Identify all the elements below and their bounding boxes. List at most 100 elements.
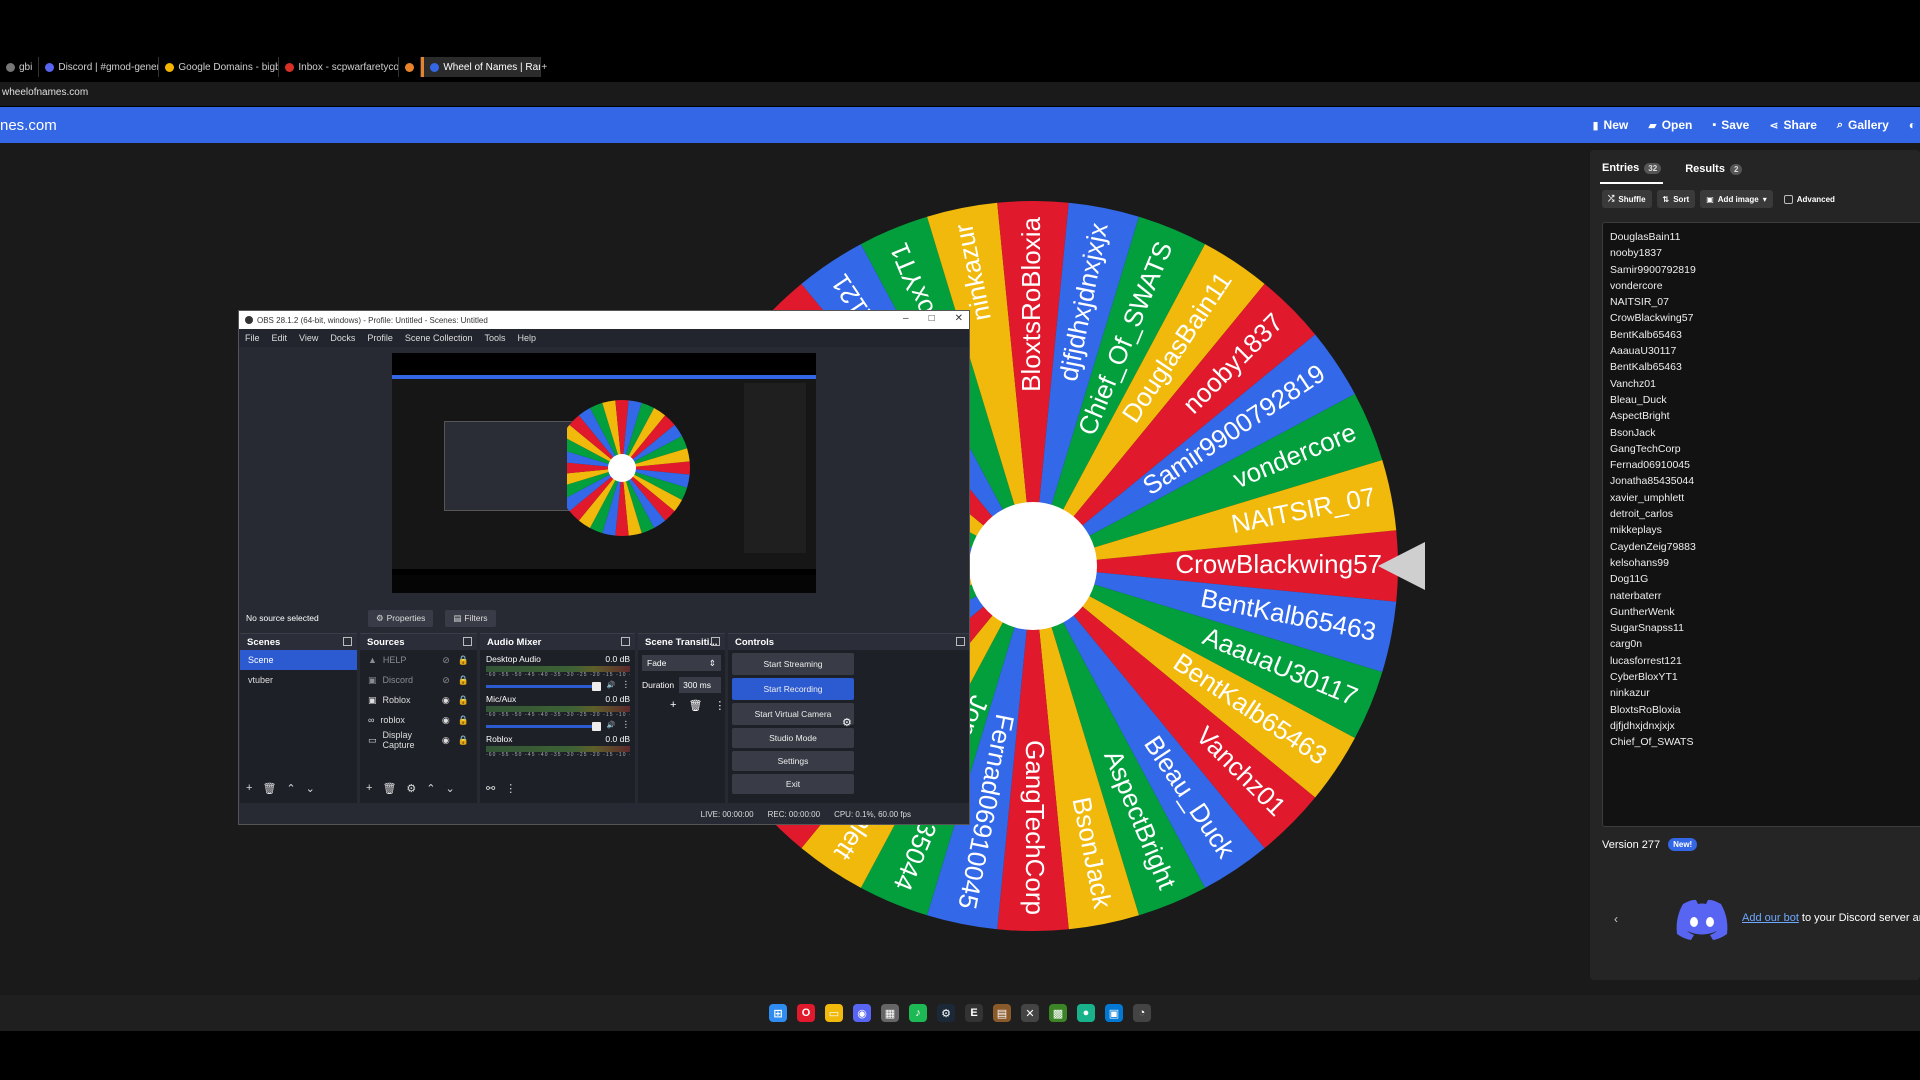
chevron-left-icon[interactable]: ‹ bbox=[1614, 912, 1618, 926]
address-bar[interactable]: wheelofnames.com bbox=[0, 82, 1920, 106]
transition-select[interactable]: Fade ⇕ bbox=[642, 655, 721, 671]
chest-icon[interactable]: ▤ bbox=[993, 1004, 1011, 1022]
add-icon[interactable]: + bbox=[366, 782, 372, 795]
menu-item[interactable]: View bbox=[299, 333, 318, 343]
add-icon[interactable]: + bbox=[670, 699, 676, 712]
scene-item[interactable]: Scene bbox=[240, 650, 357, 670]
eye-hidden-icon[interactable]: ⊘ bbox=[442, 675, 450, 686]
popout-icon[interactable] bbox=[711, 637, 720, 646]
wheel-center[interactable] bbox=[969, 502, 1097, 630]
add-bot-link[interactable]: Add our bot bbox=[1742, 912, 1799, 924]
source-item[interactable]: ▣ Roblox ◉ 🔒 bbox=[360, 690, 477, 710]
popout-icon[interactable] bbox=[621, 637, 630, 646]
chevron-down-icon[interactable]: ⌄ bbox=[446, 782, 455, 795]
start-virtual-camera-button[interactable]: Start Virtual Camera bbox=[732, 703, 854, 725]
advanced-toggle[interactable]: Advanced bbox=[1778, 190, 1841, 208]
entries-textarea[interactable]: DouglasBain11 nooby1837 Samir9900792819 von… bbox=[1602, 222, 1920, 827]
slider-handle[interactable] bbox=[591, 682, 601, 691]
trash-icon[interactable]: 🗑 bbox=[262, 782, 276, 795]
lock-icon[interactable]: 🔒 bbox=[458, 695, 469, 706]
obs-titlebar[interactable]: OBS 28.1.2 (64-bit, windows) - Profile: … bbox=[239, 311, 969, 329]
popout-icon[interactable] bbox=[343, 637, 352, 646]
start-recording-button[interactable]: Start Recording bbox=[732, 678, 854, 700]
source-item[interactable]: ▣ Discord ⊘ 🔒 bbox=[360, 670, 477, 690]
virtual-camera-settings-icon[interactable]: ⚙ bbox=[842, 716, 852, 729]
scene-item[interactable]: vtuber bbox=[240, 670, 357, 690]
menu-item[interactable]: Edit bbox=[272, 333, 288, 343]
volume-slider[interactable] bbox=[486, 722, 601, 731]
slider-handle[interactable] bbox=[591, 722, 601, 731]
maximize-icon[interactable]: □ bbox=[929, 313, 935, 324]
eye-icon[interactable]: ◉ bbox=[442, 715, 450, 726]
menu-dots-icon[interactable]: ⋮ bbox=[505, 782, 516, 795]
source-item[interactable]: ▭ Display Capture ◉ 🔒 bbox=[360, 730, 477, 750]
new-badge[interactable]: New! bbox=[1668, 838, 1698, 851]
opera-icon[interactable]: O bbox=[797, 1004, 815, 1022]
volume-slider[interactable] bbox=[486, 682, 601, 691]
menu-dots-icon[interactable]: ⋮ bbox=[622, 719, 631, 730]
obs-icon[interactable]: ◔ bbox=[1133, 1004, 1151, 1022]
lock-icon[interactable]: 🔒 bbox=[458, 655, 469, 666]
eye-icon[interactable]: ◉ bbox=[442, 695, 450, 706]
browser-tab[interactable]: Discord | #gmod-general bbox=[39, 57, 160, 77]
trash-icon[interactable]: 🗑 bbox=[688, 699, 702, 712]
popout-icon[interactable] bbox=[956, 637, 965, 646]
browser-tab[interactable]: gbi bbox=[0, 57, 40, 77]
source-item[interactable]: ∞ roblox ◉ 🔒 bbox=[360, 710, 477, 730]
studio-mode-button[interactable]: Studio Mode bbox=[732, 728, 854, 748]
chevron-down-icon[interactable]: ⌄ bbox=[306, 782, 315, 795]
speaker-icon[interactable]: 🔊 bbox=[607, 721, 616, 729]
lock-icon[interactable]: 🔒 bbox=[458, 675, 469, 686]
browser-tab[interactable]: Inbox - scpwarfaretycoon bbox=[279, 57, 400, 77]
gear-icon[interactable]: ⚙ bbox=[406, 782, 416, 795]
windows-icon[interactable]: ⊞ bbox=[769, 1004, 787, 1022]
lock-icon[interactable]: 🔒 bbox=[458, 735, 469, 746]
explorer-icon[interactable]: ▭ bbox=[825, 1004, 843, 1022]
store-icon[interactable]: ▣ bbox=[1105, 1004, 1123, 1022]
menu-item[interactable]: Scene Collection bbox=[405, 333, 473, 343]
tab-entries[interactable]: Entries 32 bbox=[1600, 158, 1664, 184]
obs-preview[interactable] bbox=[392, 353, 816, 593]
spotify-icon[interactable]: ♪ bbox=[909, 1004, 927, 1022]
chevron-up-icon[interactable]: ⌃ bbox=[426, 782, 435, 795]
steam-icon[interactable]: ⚙ bbox=[937, 1004, 955, 1022]
wheel-logo-icon[interactable]: ◐ bbox=[1909, 118, 1916, 132]
speaker-icon[interactable]: 🔊 bbox=[607, 681, 616, 689]
new-tab-button[interactable]: + bbox=[541, 62, 547, 73]
popout-icon[interactable] bbox=[463, 637, 472, 646]
menu-item[interactable]: Profile bbox=[367, 333, 393, 343]
lock-icon[interactable]: 🔒 bbox=[458, 715, 469, 726]
add-icon[interactable]: + bbox=[246, 782, 252, 795]
add-image-button[interactable]: ▣ Add image ▾ bbox=[1700, 190, 1773, 208]
nav-new-button[interactable]: ▮ New bbox=[1592, 118, 1628, 132]
start-streaming-button[interactable]: Start Streaming bbox=[732, 653, 854, 675]
duration-input[interactable]: 300 ms bbox=[679, 677, 721, 693]
site-name[interactable]: nes.com bbox=[0, 117, 57, 134]
nav-save-button[interactable]: ▪ Save bbox=[1712, 118, 1749, 132]
advanced-checkbox[interactable] bbox=[1783, 194, 1793, 204]
wheel-center[interactable] bbox=[608, 454, 636, 482]
minimize-icon[interactable]: – bbox=[903, 313, 909, 324]
browser-tab[interactable]: Wheel of Names | Random bbox=[421, 57, 542, 77]
trash-icon[interactable]: 🗑 bbox=[382, 782, 396, 795]
exit-button[interactable]: Exit bbox=[732, 774, 854, 794]
menu-item[interactable]: File bbox=[245, 333, 260, 343]
properties-button[interactable]: ⚙ Properties bbox=[368, 609, 434, 627]
calendar-icon[interactable]: ▦ bbox=[881, 1004, 899, 1022]
filters-button[interactable]: ▤ Filters bbox=[445, 609, 496, 627]
shuffle-button[interactable]: ⤮ Shuffle bbox=[1602, 190, 1652, 208]
menu-item[interactable]: Tools bbox=[484, 333, 505, 343]
nav-open-button[interactable]: ▰ Open bbox=[1648, 118, 1692, 132]
eye-hidden-icon[interactable]: ⊘ bbox=[442, 655, 450, 666]
browser-tab[interactable]: Google Domains - bigbr bbox=[159, 57, 280, 77]
menu-item[interactable]: Docks bbox=[330, 333, 355, 343]
chevron-up-icon[interactable]: ⌃ bbox=[286, 782, 295, 795]
tab-results[interactable]: Results 2 bbox=[1683, 158, 1744, 184]
source-item[interactable]: ▲ HELP ⊘ 🔒 bbox=[360, 650, 477, 670]
x-icon[interactable]: ✕ bbox=[1021, 1004, 1039, 1022]
menu-dots-icon[interactable]: ⋮ bbox=[714, 699, 725, 712]
minecraft-icon[interactable]: ▩ bbox=[1049, 1004, 1067, 1022]
app-icon[interactable]: ● bbox=[1077, 1004, 1095, 1022]
menu-item[interactable]: Help bbox=[517, 333, 536, 343]
discord-icon[interactable]: ◉ bbox=[853, 1004, 871, 1022]
